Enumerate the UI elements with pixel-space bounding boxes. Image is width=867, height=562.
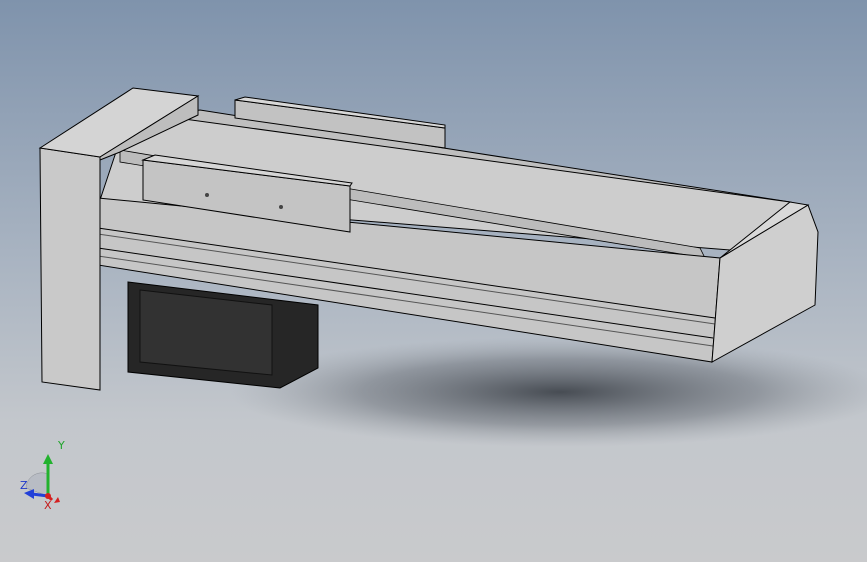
motor-face [139,289,273,376]
carriage-hole-1 [205,193,209,197]
z-axis-label: Z [20,479,28,492]
linear-actuator-model[interactable] [0,0,867,562]
y-axis-arrow [43,454,53,464]
x-axis-label: X [44,499,52,512]
floor-shadow [230,337,867,447]
orientation-triad[interactable]: Y Z X [14,440,74,515]
carriage-hole-2 [279,205,283,209]
graphics-viewport[interactable]: Y Z X [0,0,867,562]
y-axis-label: Y [58,439,65,452]
x-axis-arrow [54,497,60,503]
left-block-front[interactable] [39,147,101,391]
